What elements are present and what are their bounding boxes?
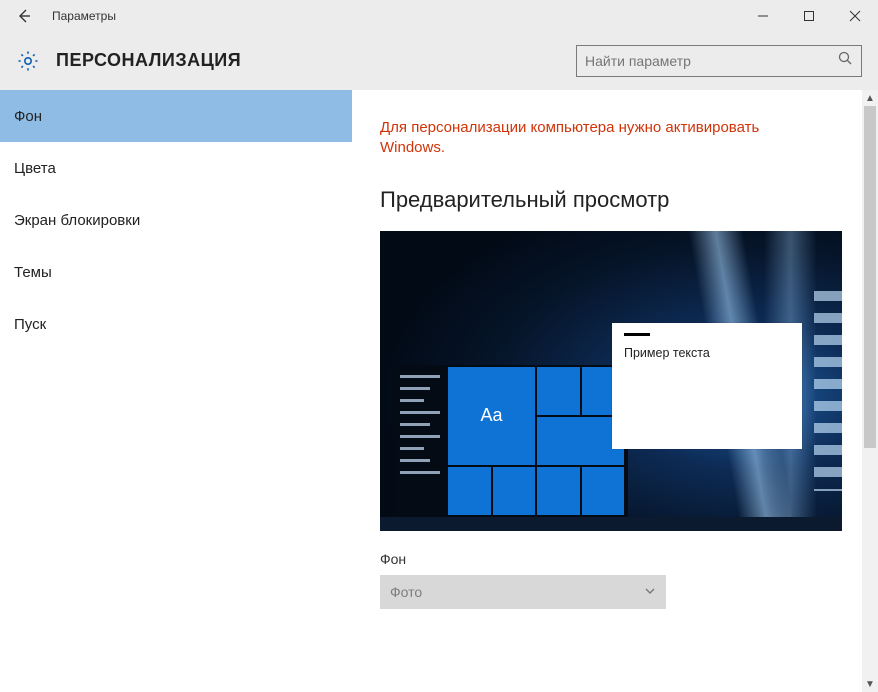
sidebar-item-label: Темы — [14, 264, 52, 281]
titlebar: Параметры — [0, 0, 878, 32]
minimize-icon — [757, 10, 769, 22]
body: Фон Цвета Экран блокировки Темы Пуск Для… — [0, 90, 878, 692]
content-area: Для персонализации компьютера нужно акти… — [352, 90, 878, 692]
maximize-button[interactable] — [786, 0, 832, 32]
background-dropdown[interactable]: Фото — [380, 575, 666, 609]
sidebar-item-background[interactable]: Фон — [0, 90, 352, 142]
sidebar-item-label: Пуск — [14, 316, 46, 333]
preview-tile-wide — [537, 417, 624, 465]
preview-tile-big: Aa — [448, 367, 535, 465]
scroll-down-arrow-icon[interactable]: ▼ — [862, 676, 878, 692]
close-button[interactable] — [832, 0, 878, 32]
preview-list-line — [400, 435, 440, 438]
page-heading: ПЕРСОНАЛИЗАЦИЯ — [56, 50, 576, 71]
vertical-scrollbar[interactable]: ▲ ▼ — [862, 90, 878, 692]
desktop-preview: Aa Пример текста — [380, 231, 842, 531]
preview-list-line — [400, 411, 440, 414]
preview-tile-grid: Aa — [446, 365, 626, 517]
sidebar-item-label: Цвета — [14, 160, 56, 177]
scroll-thumb[interactable] — [864, 106, 876, 448]
window-title: Параметры — [48, 9, 116, 23]
preview-tile — [493, 467, 536, 515]
preview-list-line — [400, 387, 430, 390]
preview-start-menu: Aa — [394, 365, 628, 517]
close-icon — [849, 10, 861, 22]
preview-taskbar — [380, 517, 842, 531]
maximize-icon — [803, 10, 815, 22]
preview-tile — [582, 467, 625, 515]
background-field-label: Фон — [380, 551, 850, 567]
minimize-button[interactable] — [740, 0, 786, 32]
arrow-left-icon — [16, 8, 32, 24]
sidebar-item-label: Фон — [14, 108, 42, 125]
search-box[interactable] — [576, 45, 862, 77]
preview-tile — [537, 367, 580, 415]
preview-list-line — [400, 471, 440, 474]
preview-tile-text: Aa — [480, 405, 502, 426]
activation-warning: Для персонализации компьютера нужно акти… — [380, 118, 820, 159]
sidebar-item-label: Экран блокировки — [14, 212, 140, 229]
back-button[interactable] — [0, 0, 48, 32]
settings-gear-icon — [12, 45, 44, 77]
header-row: ПЕРСОНАЛИЗАЦИЯ — [0, 32, 878, 90]
preview-tile — [537, 467, 580, 515]
sidebar-item-colors[interactable]: Цвета — [0, 142, 352, 194]
preview-sample-window-bar — [624, 333, 650, 336]
preview-list-line — [400, 399, 424, 402]
preview-list-line — [400, 375, 440, 378]
scroll-track[interactable] — [862, 106, 878, 676]
sidebar-item-themes[interactable]: Темы — [0, 246, 352, 298]
chevron-down-icon — [644, 584, 656, 600]
search-input[interactable] — [585, 53, 837, 69]
preview-sample-text: Пример текста — [624, 346, 790, 360]
preview-list-line — [400, 459, 430, 462]
preview-list-line — [400, 423, 430, 426]
sidebar: Фон Цвета Экран блокировки Темы Пуск — [0, 90, 352, 692]
preview-sample-window: Пример текста — [612, 323, 802, 449]
content-scroll: Для персонализации компьютера нужно акти… — [352, 90, 878, 692]
sidebar-item-lockscreen[interactable]: Экран блокировки — [0, 194, 352, 246]
sidebar-item-start[interactable]: Пуск — [0, 298, 352, 350]
preview-section-title: Предварительный просмотр — [380, 187, 850, 213]
preview-list-line — [400, 447, 424, 450]
scroll-up-arrow-icon[interactable]: ▲ — [862, 90, 878, 106]
preview-tile — [448, 467, 491, 515]
preview-start-list — [394, 365, 446, 517]
search-icon — [837, 50, 853, 71]
background-dropdown-value: Фото — [390, 584, 422, 600]
